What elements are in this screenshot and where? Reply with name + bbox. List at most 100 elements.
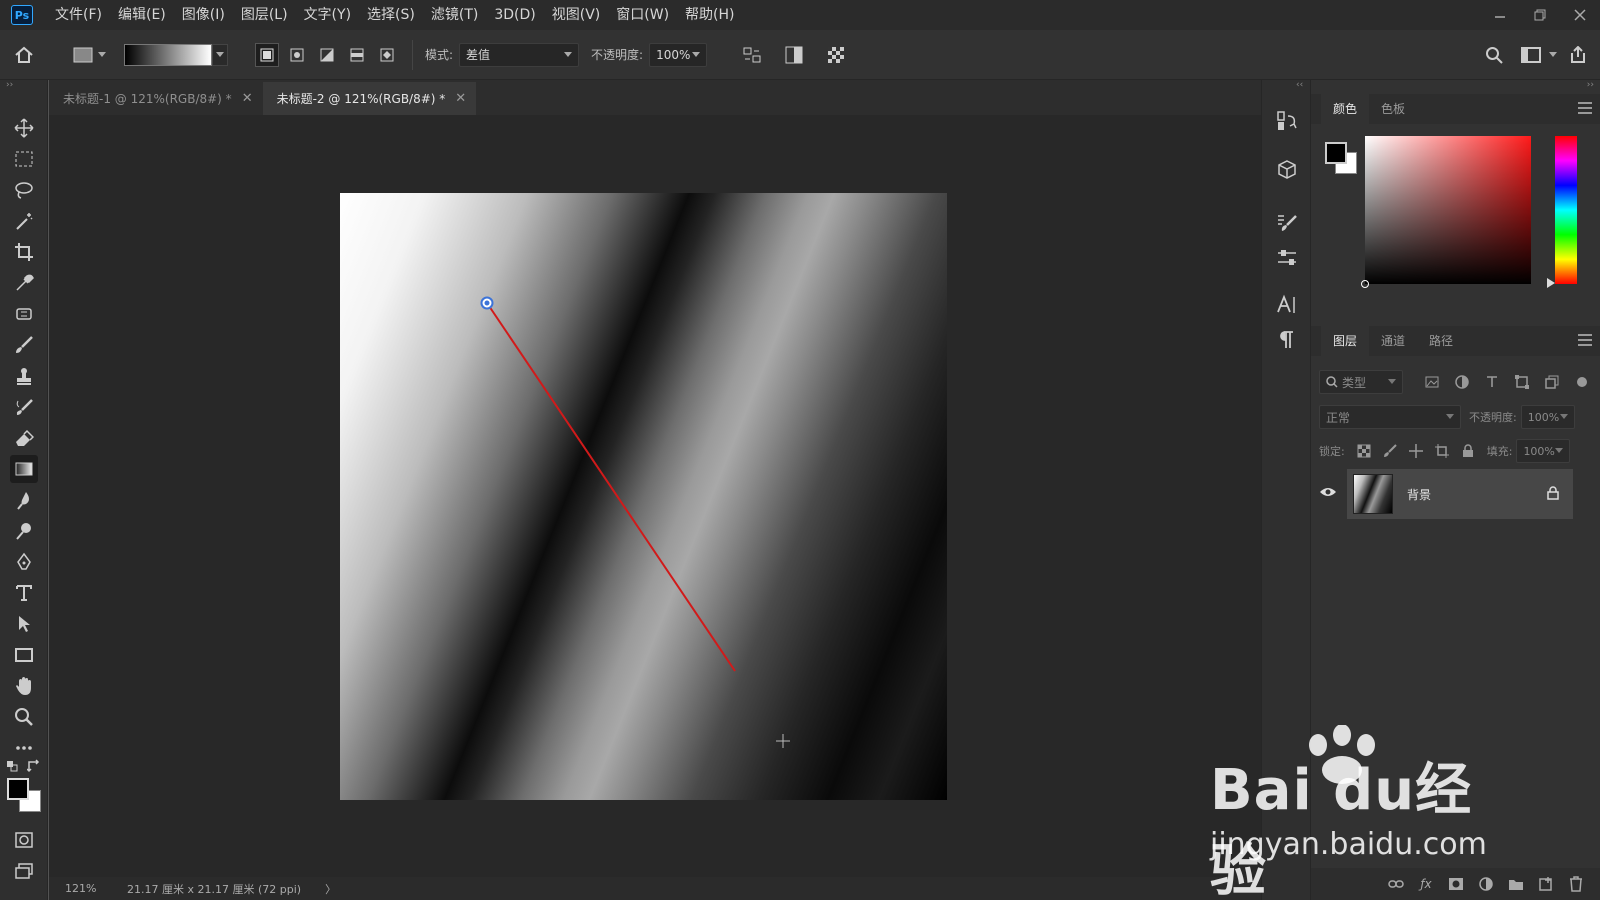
angle-gradient-button[interactable] bbox=[315, 43, 339, 67]
crop-tool[interactable] bbox=[10, 238, 38, 266]
lock-all-button[interactable] bbox=[1457, 440, 1479, 462]
tab-document-1[interactable]: 未标题-1 @ 121%(RGB/8#) * ✕ bbox=[49, 82, 263, 115]
blend-mode-dropdown[interactable]: 正常 bbox=[1319, 405, 1461, 429]
menu-select[interactable]: 选择(S) bbox=[359, 0, 423, 30]
dither-button[interactable] bbox=[782, 43, 806, 67]
filter-toggle-button[interactable] bbox=[1571, 371, 1593, 393]
filter-type-button[interactable] bbox=[1481, 371, 1503, 393]
layer-visibility-toggle[interactable] bbox=[1319, 486, 1337, 501]
new-layer-button[interactable] bbox=[1534, 872, 1558, 896]
hue-slider-pointer-icon[interactable] bbox=[1547, 278, 1555, 288]
3d-panel-button[interactable] bbox=[1272, 155, 1302, 185]
tab-color[interactable]: 颜色 bbox=[1321, 94, 1370, 124]
close-window-button[interactable] bbox=[1560, 0, 1600, 30]
lock-artboard-button[interactable] bbox=[1431, 440, 1453, 462]
paragraph-panel-button[interactable] bbox=[1272, 325, 1302, 355]
more-tools-button[interactable] bbox=[10, 734, 38, 762]
filter-pixel-button[interactable] bbox=[1421, 371, 1443, 393]
panel-menu-icon[interactable] bbox=[1578, 334, 1592, 346]
history-brush-tool[interactable] bbox=[10, 393, 38, 421]
minimize-button[interactable] bbox=[1480, 0, 1520, 30]
document-canvas[interactable] bbox=[340, 193, 947, 800]
layer-name[interactable]: 背景 bbox=[1407, 486, 1431, 503]
fill-field[interactable]: 100% bbox=[1516, 439, 1571, 463]
marquee-tool[interactable] bbox=[10, 145, 38, 173]
search-button[interactable] bbox=[1482, 43, 1506, 67]
default-colors-button[interactable] bbox=[6, 760, 18, 772]
adjustments-panel-button[interactable] bbox=[1272, 243, 1302, 273]
delete-layer-button[interactable] bbox=[1564, 872, 1588, 896]
workspace-dropdown[interactable] bbox=[1546, 51, 1560, 58]
tab-channels[interactable]: 通道 bbox=[1369, 326, 1417, 356]
layer-lock-icon[interactable] bbox=[1547, 485, 1559, 503]
home-button[interactable] bbox=[0, 46, 48, 64]
lock-pixels-button[interactable] bbox=[1379, 440, 1401, 462]
filter-smart-object-button[interactable] bbox=[1541, 371, 1563, 393]
character-panel-button[interactable] bbox=[1272, 290, 1302, 320]
history-panel-button[interactable] bbox=[1272, 106, 1302, 136]
tab-swatches[interactable]: 色板 bbox=[1369, 94, 1417, 124]
filter-adjustment-button[interactable] bbox=[1451, 371, 1473, 393]
gradient-editor-preview[interactable] bbox=[124, 43, 212, 66]
menu-image[interactable]: 图像(I) bbox=[174, 0, 233, 30]
rectangle-tool[interactable] bbox=[10, 641, 38, 669]
zoom-level[interactable]: 121% bbox=[49, 882, 99, 895]
reflected-gradient-button[interactable] bbox=[345, 43, 369, 67]
radial-gradient-button[interactable] bbox=[285, 43, 309, 67]
status-menu-arrow[interactable]: 〉 bbox=[325, 881, 336, 897]
tool-preset-picker[interactable] bbox=[70, 46, 96, 64]
eraser-tool[interactable] bbox=[10, 424, 38, 452]
mode-dropdown[interactable]: 差值 bbox=[459, 42, 580, 67]
tab-paths[interactable]: 路径 bbox=[1417, 326, 1465, 356]
lock-transparency-button[interactable] bbox=[1353, 440, 1375, 462]
lasso-tool[interactable] bbox=[10, 176, 38, 204]
menu-view[interactable]: 视图(V) bbox=[544, 0, 609, 30]
reverse-button[interactable] bbox=[740, 43, 764, 67]
move-tool[interactable] bbox=[10, 114, 38, 142]
blur-tool[interactable] bbox=[10, 486, 38, 514]
menu-window[interactable]: 窗口(W) bbox=[608, 0, 677, 30]
hue-slider[interactable] bbox=[1555, 136, 1577, 284]
share-button[interactable] bbox=[1566, 43, 1590, 67]
menu-3d[interactable]: 3D(D) bbox=[486, 0, 543, 30]
brush-settings-button[interactable] bbox=[1272, 208, 1302, 238]
gradient-picker-arrow[interactable] bbox=[212, 43, 228, 66]
tab-layers[interactable]: 图层 bbox=[1321, 326, 1370, 356]
layer-opacity-field[interactable]: 100% bbox=[1520, 405, 1575, 429]
brush-tool[interactable] bbox=[10, 331, 38, 359]
linear-gradient-button[interactable] bbox=[255, 42, 279, 67]
eyedropper-tool[interactable] bbox=[10, 269, 38, 297]
menu-type[interactable]: 文字(Y) bbox=[296, 0, 359, 30]
swap-colors-button[interactable] bbox=[26, 759, 41, 773]
screen-mode-button[interactable] bbox=[10, 857, 38, 885]
color-picker-marker[interactable] bbox=[1361, 280, 1369, 288]
panel-menu-icon[interactable] bbox=[1578, 102, 1592, 114]
menu-filter[interactable]: 滤镜(T) bbox=[423, 0, 486, 30]
canvas-viewport[interactable] bbox=[49, 115, 1261, 877]
lock-position-button[interactable] bbox=[1405, 440, 1427, 462]
menu-help[interactable]: 帮助(H) bbox=[677, 0, 742, 30]
layer-row-background[interactable]: 背景 bbox=[1347, 469, 1573, 519]
foreground-color-swatch[interactable] bbox=[1325, 142, 1347, 164]
close-tab-icon[interactable]: ✕ bbox=[455, 91, 466, 106]
hand-tool[interactable] bbox=[10, 672, 38, 700]
close-tab-icon[interactable]: ✕ bbox=[242, 91, 253, 106]
gradient-tool[interactable] bbox=[10, 455, 38, 483]
preset-dropdown-arrow[interactable] bbox=[96, 51, 108, 58]
type-tool[interactable] bbox=[10, 579, 38, 607]
layer-filter-dropdown[interactable]: 类型 bbox=[1319, 370, 1403, 394]
magic-wand-tool[interactable] bbox=[10, 207, 38, 235]
transparency-button[interactable] bbox=[824, 43, 848, 67]
zoom-tool[interactable] bbox=[10, 703, 38, 731]
diamond-gradient-button[interactable] bbox=[375, 43, 399, 67]
opacity-field[interactable]: 100% bbox=[649, 42, 708, 67]
dodge-tool[interactable] bbox=[10, 517, 38, 545]
saturation-brightness-field[interactable] bbox=[1361, 136, 1531, 288]
foreground-color-swatch[interactable] bbox=[7, 778, 29, 800]
quick-mask-button[interactable] bbox=[10, 826, 38, 854]
collapse-arrows-icon[interactable]: ›› bbox=[1587, 80, 1594, 90]
path-selection-tool[interactable] bbox=[10, 610, 38, 638]
filter-shape-button[interactable] bbox=[1511, 371, 1533, 393]
menu-layer[interactable]: 图层(L) bbox=[233, 0, 296, 30]
menu-edit[interactable]: 编辑(E) bbox=[110, 0, 174, 30]
